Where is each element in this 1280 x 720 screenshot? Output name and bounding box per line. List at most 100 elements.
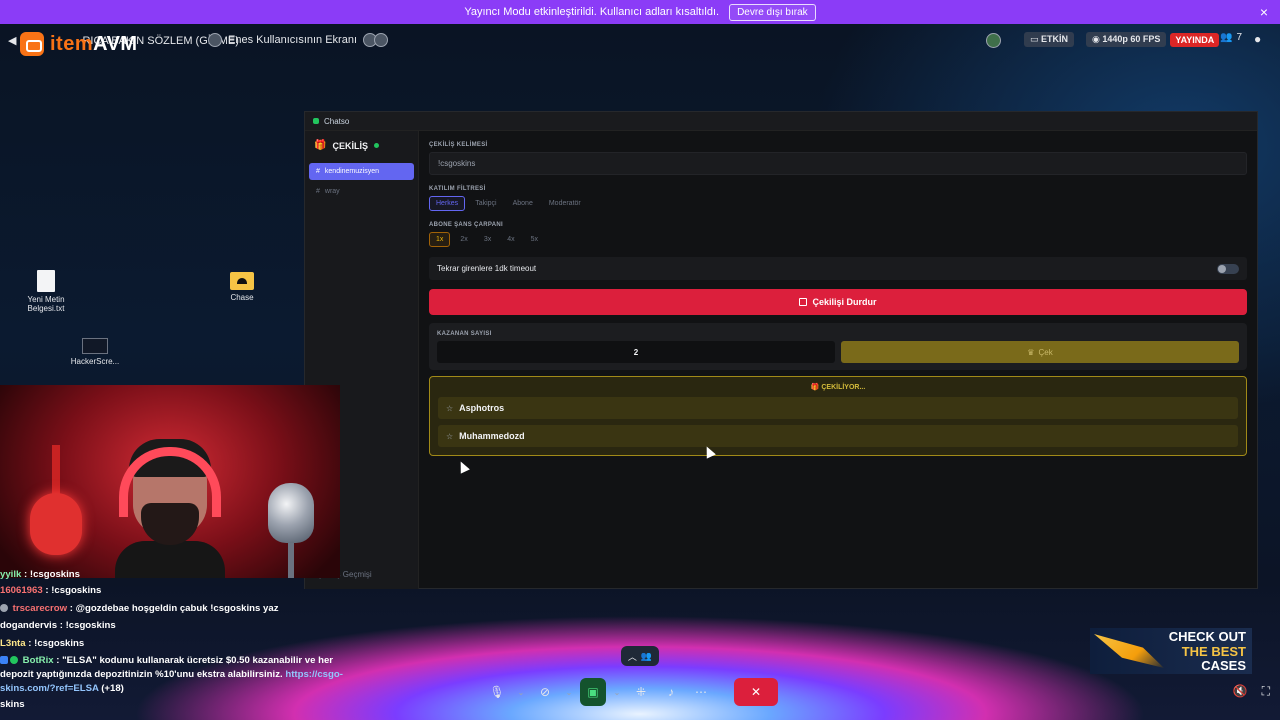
multiplier-3x[interactable]: 3x bbox=[478, 232, 497, 247]
desktop-icon-text-file[interactable]: Yeni Metin Belgesi.txt bbox=[16, 270, 76, 313]
mic-options-chevron-icon[interactable]: ⌄ bbox=[514, 678, 528, 706]
share-options-chevron-icon[interactable]: ⌄ bbox=[610, 678, 624, 706]
microphone-icon bbox=[268, 483, 314, 543]
keyword-input[interactable]: !csgoskins bbox=[429, 152, 1247, 175]
speaker-icon: ◀ bbox=[8, 35, 17, 47]
leave-call-button[interactable]: ✕ bbox=[734, 678, 778, 706]
chat-message: dogandervis : !csgoskins bbox=[0, 620, 116, 631]
stop-icon bbox=[799, 298, 808, 306]
screen-share-icon: ▣ bbox=[587, 685, 599, 699]
chat-message: skins bbox=[0, 699, 25, 710]
window-title: Chatso bbox=[324, 116, 350, 126]
status-active: ▭ ETKİN bbox=[1024, 32, 1075, 47]
trophy-icon: ♛ bbox=[1027, 347, 1035, 357]
toolbar-collapse-button[interactable]: ︿ 👥 bbox=[621, 646, 659, 666]
guitar-icon bbox=[30, 445, 82, 555]
chat-message: trscarecrow : @gozdebae hoşgeldin çabuk … bbox=[0, 600, 345, 618]
list-item[interactable]: ☆ Muhammedozd bbox=[438, 425, 1238, 447]
badge-icon bbox=[0, 603, 8, 612]
disable-streamer-mode-button[interactable]: Devre dışı bırak bbox=[729, 3, 816, 21]
avatar bbox=[208, 33, 222, 47]
camera-options-chevron-icon[interactable]: ⌄ bbox=[562, 678, 576, 706]
banner-text: Yayıncı Modu etkinleştirildi. Kullanıcı … bbox=[464, 6, 720, 18]
knife-icon bbox=[1094, 634, 1164, 668]
active-indicator bbox=[373, 143, 379, 148]
streamer bbox=[115, 437, 225, 578]
camera-off-button[interactable]: ⊘ bbox=[532, 678, 558, 706]
desktop-icon-hackerscreen[interactable]: HackerScre... bbox=[65, 338, 125, 366]
call-toolbar: 🎙 ⌄ ⊘ ⌄ ▣ ⌄ ⁜ ♪ ⋯ ✕ bbox=[484, 676, 796, 708]
winner-count-label: KAZANAN SAYISI bbox=[437, 331, 492, 337]
sidebar-item-wray[interactable]: # wray bbox=[309, 183, 414, 200]
multiplier-1x[interactable]: 1x bbox=[429, 232, 451, 247]
timeout-setting: Tekrar girenlere 1dk timeout bbox=[429, 257, 1247, 280]
itemavm-logo: itemAVM bbox=[20, 32, 138, 56]
logo-mark-icon bbox=[20, 32, 44, 56]
bot-badge-icon bbox=[0, 656, 8, 664]
activities-button[interactable]: ⁜ bbox=[628, 678, 654, 706]
window-titlebar: Chatso bbox=[305, 112, 1257, 131]
timeout-toggle[interactable] bbox=[1217, 263, 1239, 274]
filter-abone[interactable]: Abone bbox=[507, 196, 539, 211]
filter-chips: Herkes Takipçi Abone Moderatör bbox=[429, 196, 1247, 211]
winner-count-input[interactable]: 2 bbox=[437, 341, 835, 363]
timeout-label: Tekrar girenlere 1dk timeout bbox=[437, 264, 537, 273]
giveaway-panel: ÇEKİLİŞ KELİMESİ !csgoskins KATILIM FİLT… bbox=[429, 142, 1247, 456]
chat-message-bot: BotRix : "ELSA" kodunu kullanarak ücrets… bbox=[0, 655, 343, 694]
sidebar-item-kendinemuzisyen[interactable]: # kendinemuzisyen bbox=[309, 163, 414, 180]
screen-icon: ▭ bbox=[1030, 34, 1042, 44]
screen-share-button[interactable]: ▣ bbox=[580, 678, 606, 706]
microphone-icon: 🎙 bbox=[489, 685, 505, 699]
winner-count-box: KAZANAN SAYISI 2 ♛ Çek bbox=[429, 323, 1247, 370]
avatar[interactable] bbox=[986, 33, 1001, 48]
chat-bubble-icon[interactable]: ● bbox=[1254, 32, 1261, 46]
chatso-window: Chatso 🎁 ÇEKİLİŞ # kendinemuzisyen # wra… bbox=[304, 111, 1258, 589]
mute-speaker-icon[interactable]: 🔇 bbox=[1233, 684, 1248, 699]
soundboard-icon: ♪ bbox=[668, 685, 674, 699]
stream-quality: ◉ 1440p 60 FPS YAYINDA bbox=[1086, 32, 1220, 47]
streamer-mode-banner: Yayıncı Modu etkinleştirildi. Kullanıcı … bbox=[0, 0, 1280, 24]
multiplier-5x[interactable]: 5x bbox=[525, 232, 544, 247]
ad-banner[interactable]: CHECK OUT THE BEST CASES bbox=[1090, 628, 1252, 674]
multiplier-4x[interactable]: 4x bbox=[501, 232, 520, 247]
star-icon: ☆ bbox=[446, 403, 454, 413]
apps-icon: ⁜ bbox=[635, 685, 647, 699]
avatar bbox=[374, 33, 389, 47]
terminal-icon bbox=[82, 338, 108, 354]
stop-giveaway-button[interactable]: Çekilişi Durdur bbox=[429, 289, 1247, 315]
verified-badge-icon bbox=[10, 656, 18, 664]
hash-icon: # bbox=[316, 168, 320, 175]
microphone-button[interactable]: 🎙 bbox=[484, 678, 510, 706]
star-icon: ☆ bbox=[446, 431, 454, 441]
screen-share-label[interactable]: Enes Kullanıcısının Ekranı bbox=[208, 33, 389, 47]
quality-icon: ◉ bbox=[1092, 34, 1103, 44]
chat-message: L3nta : !csgoskins bbox=[0, 637, 85, 649]
app-icon bbox=[313, 118, 319, 124]
soundboard-button[interactable]: ♪ bbox=[658, 678, 684, 706]
desktop-icon-chase[interactable]: Chase bbox=[212, 272, 272, 302]
filter-moderator[interactable]: Moderatör bbox=[543, 196, 587, 211]
file-icon bbox=[37, 270, 55, 292]
corner-controls: 🔇 ⛶ bbox=[1233, 684, 1270, 699]
chat-message: yyilk : !csgoskins bbox=[0, 569, 80, 580]
drawing-status: 🎁 ÇEKİLİYOR... bbox=[810, 384, 866, 391]
multiplier-2x[interactable]: 2x bbox=[454, 232, 473, 247]
multiplier-label: ABONE ŞANS ÇARPANI bbox=[429, 222, 503, 228]
chat-message: 16061963 : !csgoskins bbox=[0, 585, 102, 596]
viewer-count[interactable]: 👥 7 bbox=[1220, 32, 1242, 43]
fullscreen-icon[interactable]: ⛶ bbox=[1262, 684, 1270, 699]
draw-button[interactable]: ♛ Çek bbox=[841, 341, 1239, 363]
filter-herkes[interactable]: Herkes bbox=[429, 196, 466, 211]
hang-up-icon: ✕ bbox=[750, 685, 762, 699]
hash-icon: # bbox=[316, 188, 320, 195]
more-options-button[interactable]: ⋯ bbox=[688, 678, 714, 706]
filter-takipci[interactable]: Takipçi bbox=[469, 196, 502, 211]
camera-off-icon: ⊘ bbox=[539, 685, 551, 699]
keyword-label: ÇEKİLİŞ KELİMESİ bbox=[429, 142, 488, 148]
list-item[interactable]: ☆ Asphotros bbox=[438, 397, 1238, 419]
people-icon: 👥 bbox=[640, 650, 653, 661]
sidebar-header: 🎁 ÇEKİLİŞ bbox=[305, 131, 418, 160]
live-badge: YAYINDA bbox=[1170, 32, 1220, 47]
chevron-up-icon: ︿ bbox=[627, 651, 637, 662]
close-icon[interactable]: × bbox=[1260, 4, 1268, 20]
